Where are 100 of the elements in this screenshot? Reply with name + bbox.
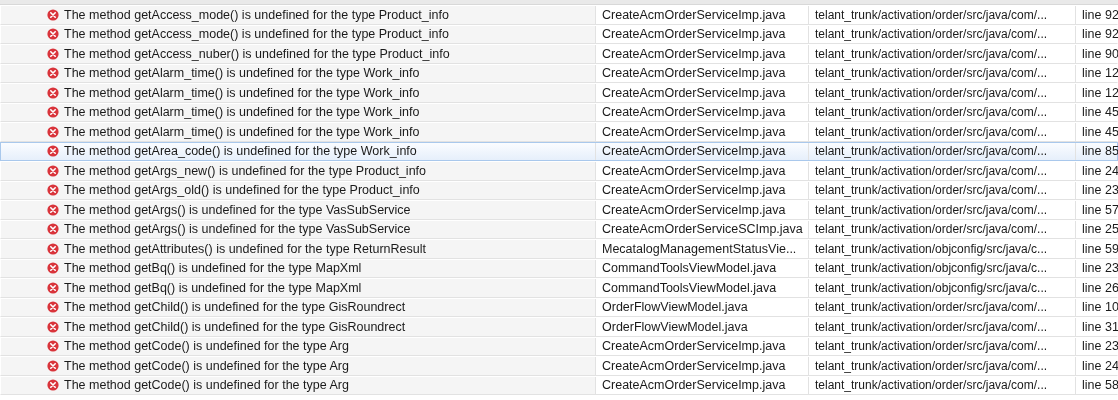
problem-description: The method getAttributes() is undefined for the type ReturnResult [64,240,426,257]
problem-description: The method getCode() is undefined for the type Arg [64,357,349,374]
error-icon [47,301,59,314]
resource-name: CreateAcmOrderServiceImp.java [602,377,786,394]
problem-row[interactable]: The method getBq() is undefined for the type MapXml CommandToolsViewModel.java telant_trunk/activation/objconfig/src/java/c... line 26 [0,278,1118,298]
error-icon [47,184,59,197]
problem-row[interactable]: The method getChild() is undefined for the type GisRoundrect OrderFlowViewModel.java telant_trunk/activation/order/src/java/com/... line 10 [0,297,1118,317]
error-icon [47,320,59,333]
problem-row[interactable]: The method getAlarm_time() is undefined for the type Work_info CreateAcmOrderServiceImp.java telant_trunk/activation/order/src/java/com/... line 45 [0,122,1118,142]
error-icon [47,8,59,21]
file-path: telant_trunk/activation/order/src/java/com/... [815,357,1048,374]
problem-row[interactable]: The method getAccess_mode() is undefined for the type Product_info CreateAcmOrderServiceImp.java telant_trunk/activation/order/src/java/com/... line 92 [0,24,1118,44]
file-path: telant_trunk/activation/order/src/java/com/... [815,6,1048,23]
problem-description: The method getAccess_nuber() is undefined for the type Product_info [64,45,450,62]
line-location: line 85 [1082,143,1118,160]
problem-description: The method getAccess_mode() is undefined for the type Product_info [64,26,449,43]
problem-row[interactable]: The method getCode() is undefined for the type Arg CreateAcmOrderServiceImp.java telant_trunk/activation/order/src/java/com/... line 58 [0,375,1118,395]
problem-row[interactable]: The method getArgs() is undefined for the type VasSubService CreateAcmOrderServiceImp.java telant_trunk/activation/order/src/java/com/... line 57 [0,200,1118,220]
line-location: line 26 [1082,279,1118,296]
error-icon [47,47,59,60]
resource-name: CreateAcmOrderServiceImp.java [602,104,786,121]
problem-row[interactable]: The method getArgs_new() is undefined for the type Product_info CreateAcmOrderServiceImp.java telant_trunk/activation/order/src/java/com/... line 24 [0,161,1118,181]
resource-name: CreateAcmOrderServiceImp.java [602,45,786,62]
error-icon [47,242,59,255]
error-icon [47,262,59,275]
problem-description: The method getArgs() is undefined for the type VasSubService [64,221,411,238]
file-path: telant_trunk/activation/order/src/java/com/... [815,338,1048,355]
resource-name: CreateAcmOrderServiceImp.java [602,123,786,140]
error-icon [47,359,59,372]
problem-description: The method getArgs() is undefined for the type VasSubService [64,201,411,218]
problem-description: The method getChild() is undefined for the type GisRoundrect [64,318,406,335]
problem-row[interactable]: The method getChild() is undefined for the type GisRoundrect OrderFlowViewModel.java telant_trunk/activation/order/src/java/com/... line 31 [0,317,1118,337]
line-location: line 23 [1082,182,1118,199]
file-path: telant_trunk/activation/order/src/java/com/... [815,45,1048,62]
line-location: line 59 [1082,240,1118,257]
problem-row[interactable]: The method getAlarm_time() is undefined for the type Work_info CreateAcmOrderServiceImp.java telant_trunk/activation/order/src/java/com/... line 12 [0,83,1118,103]
problem-row[interactable]: The method getAlarm_time() is undefined for the type Work_info CreateAcmOrderServiceImp.java telant_trunk/activation/order/src/java/com/... line 12 [0,63,1118,83]
line-location: line 12 [1082,65,1118,82]
line-location: line 58 [1082,377,1118,394]
file-path: telant_trunk/activation/objconfig/src/java/c... [815,279,1048,296]
problem-row[interactable]: The method getCode() is undefined for the type Arg CreateAcmOrderServiceImp.java telant_trunk/activation/order/src/java/com/... line 23 [0,336,1118,356]
line-location: line 23 [1082,260,1118,277]
problem-row[interactable]: The method getCode() is undefined for the type Arg CreateAcmOrderServiceImp.java telant_trunk/activation/order/src/java/com/... line 24 [0,356,1118,376]
problem-row[interactable]: The method getAccess_mode() is undefined for the type Product_info CreateAcmOrderServiceImp.java telant_trunk/activation/order/src/java/com/... line 92 [0,5,1118,25]
line-location: line 45 [1082,123,1118,140]
problem-row[interactable]: The method getAlarm_time() is undefined for the type Work_info CreateAcmOrderServiceImp.java telant_trunk/activation/order/src/java/com/... line 45 [0,102,1118,122]
file-path: telant_trunk/activation/order/src/java/com/... [815,377,1048,394]
error-icon [47,164,59,177]
error-icon [47,67,59,80]
line-location: line 24 [1082,162,1118,179]
problem-description: The method getArgs_old() is undefined for the type Product_info [64,182,420,199]
line-location: line 31 [1082,318,1118,335]
resource-name: CreateAcmOrderServiceSCImp.java [602,221,803,238]
problem-row[interactable]: The method getAccess_nuber() is undefined for the type Product_info CreateAcmOrderServiceImp.java telant_trunk/activation/order/src/java/com/... line 90 [0,44,1118,64]
problem-description: The method getAlarm_time() is undefined for the type Work_info [64,104,420,121]
problem-row[interactable]: The method getAttributes() is undefined for the type ReturnResult MecatalogManagementStatusVie... telant_trunk/activation/objconfig/src/java/c... line 59 [0,239,1118,259]
resource-name: CreateAcmOrderServiceImp.java [602,84,786,101]
problem-description: The method getBq() is undefined for the type MapXml [64,279,362,296]
resource-name: CreateAcmOrderServiceImp.java [602,201,786,218]
line-location: line 90 [1082,45,1118,62]
file-path: telant_trunk/activation/order/src/java/com/... [815,123,1048,140]
resource-name: CommandToolsViewModel.java [602,260,777,277]
line-location: line 57 [1082,201,1118,218]
error-icon [47,125,59,138]
error-icon [47,223,59,236]
problem-description: The method getAlarm_time() is undefined for the type Work_info [64,123,420,140]
problem-description: The method getAccess_mode() is undefined for the type Product_info [64,6,449,23]
resource-name: CreateAcmOrderServiceImp.java [602,182,786,199]
error-icon [47,145,59,158]
file-path: telant_trunk/activation/order/src/java/com/... [815,65,1048,82]
problem-row[interactable]: The method getBq() is undefined for the type MapXml CommandToolsViewModel.java telant_trunk/activation/objconfig/src/java/c... line 23 [0,258,1118,278]
line-location: line 45 [1082,104,1118,121]
problem-description: The method getBq() is undefined for the type MapXml [64,260,362,277]
file-path: telant_trunk/activation/order/src/java/com/... [815,201,1048,218]
problem-row[interactable]: The method getArea_code() is undefined for the type Work_info CreateAcmOrderServiceImp.java telant_trunk/activation/order/src/java/com/... line 85 [0,141,1118,161]
problem-description: The method getArea_code() is undefined for the type Work_info [64,143,417,160]
problem-description: The method getChild() is undefined for the type GisRoundrect [64,299,406,316]
resource-name: CreateAcmOrderServiceImp.java [602,162,786,179]
line-location: line 92 [1082,6,1118,23]
resource-name: OrderFlowViewModel.java [602,299,748,316]
error-icon [47,28,59,41]
line-location: line 24 [1082,357,1118,374]
file-path: telant_trunk/activation/order/src/java/com/... [815,182,1048,199]
resource-name: OrderFlowViewModel.java [602,318,748,335]
resource-name: CreateAcmOrderServiceImp.java [602,26,786,43]
resource-name: CreateAcmOrderServiceImp.java [602,65,786,82]
file-path: telant_trunk/activation/order/src/java/com/... [815,299,1048,316]
file-path: telant_trunk/activation/order/src/java/com/... [815,84,1048,101]
error-icon [47,106,59,119]
problem-description: The method getAlarm_time() is undefined for the type Work_info [64,84,420,101]
problem-description: The method getCode() is undefined for the type Arg [64,377,349,394]
error-icon [47,203,59,216]
error-icon [47,86,59,99]
resource-name: CreateAcmOrderServiceImp.java [602,357,786,374]
file-path: telant_trunk/activation/objconfig/src/java/c... [815,240,1048,257]
line-location: line 25 [1082,221,1118,238]
problem-row[interactable]: The method getArgs_old() is undefined for the type Product_info CreateAcmOrderServiceImp.java telant_trunk/activation/order/src/java/com/... line 23 [0,180,1118,200]
error-icon [47,340,59,353]
problem-description: The method getCode() is undefined for the type Arg [64,338,349,355]
problem-row[interactable]: The method getArgs() is undefined for the type VasSubService CreateAcmOrderServiceSCImp.java telant_trunk/activation/order/src/java/com/... line 25 [0,219,1118,239]
